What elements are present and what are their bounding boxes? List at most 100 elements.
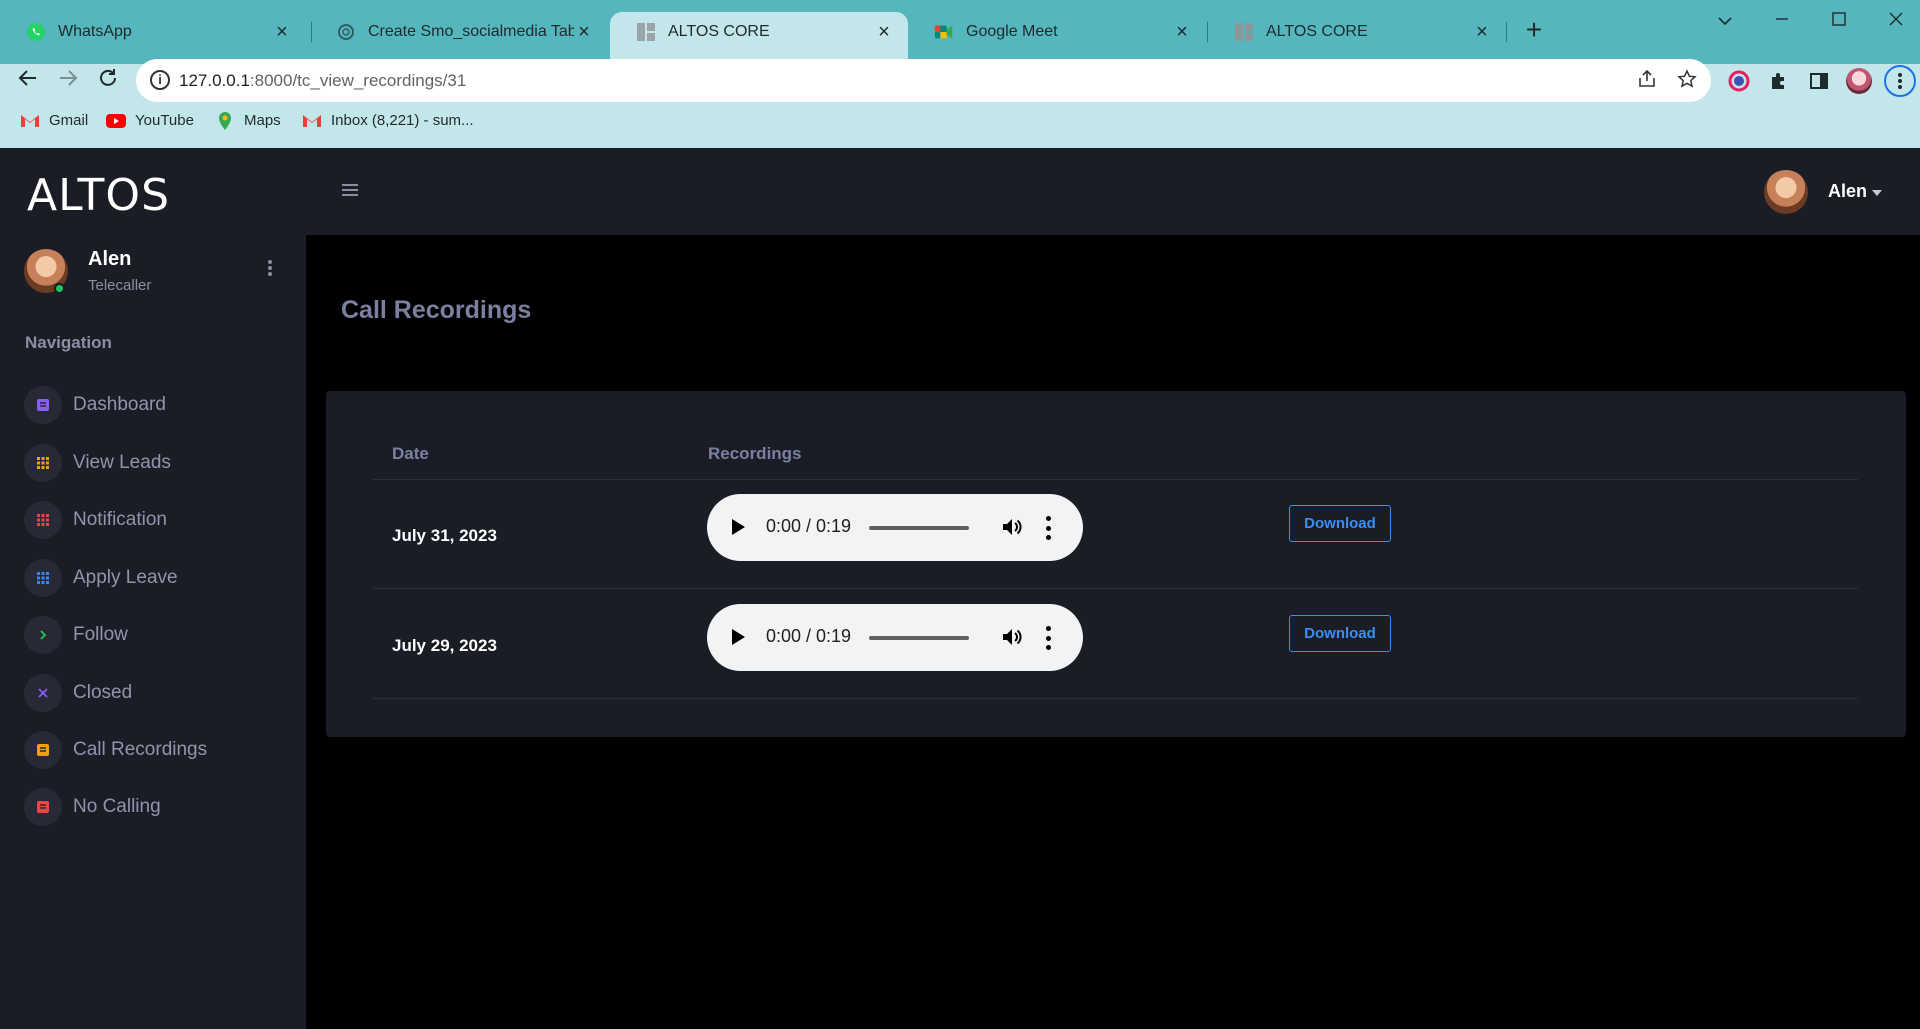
sidebar-item-notification[interactable]: Notification — [24, 499, 284, 541]
sidebar-item-label: Call Recordings — [73, 739, 208, 760]
bookmark-label: Inbox (8,221) - sum... — [331, 112, 474, 129]
download-button[interactable]: Download — [1289, 615, 1391, 652]
page-icon — [636, 22, 656, 42]
address-bar[interactable]: i 127.0.0.1:8000/tc_view_recordings/31 — [136, 59, 1711, 102]
audio-time: 0:00 / 0:19 — [766, 516, 852, 536]
tab-title: ALTOS CORE — [1266, 23, 1368, 40]
gmail-icon — [302, 113, 322, 129]
tab-title: WhatsApp — [58, 23, 132, 40]
bookmark-inbox[interactable]: Inbox (8,221) - sum... — [302, 112, 474, 129]
sidebar-item-closed[interactable]: Closed — [24, 672, 284, 714]
tab-altos-core[interactable]: ALTOS CORE × — [1208, 12, 1506, 52]
volume-icon[interactable] — [1000, 625, 1026, 651]
sidebar-item-follow[interactable]: Follow — [24, 614, 284, 656]
url-host: 127.0.0.1 — [179, 71, 250, 90]
download-button[interactable]: Download — [1289, 505, 1391, 542]
column-header-date: Date — [392, 444, 429, 463]
hamburger-menu-icon[interactable] — [342, 184, 358, 196]
close-icon[interactable]: × — [574, 21, 594, 44]
back-icon[interactable] — [12, 66, 44, 98]
play-icon[interactable] — [732, 629, 745, 645]
sidebar-item-no-calling[interactable]: No Calling — [24, 786, 284, 828]
x-icon — [24, 674, 62, 712]
user-menu-kebab-icon[interactable] — [262, 259, 278, 283]
sidebar-item-label: Dashboard — [73, 394, 166, 415]
grid-icon — [24, 559, 62, 597]
whatsapp-icon — [26, 22, 46, 42]
column-header-recordings: Recordings — [708, 444, 802, 463]
document-icon — [24, 731, 62, 769]
app-root: ALTOS Alen Telecaller Navigation Dashboa… — [0, 148, 1920, 1029]
volume-icon[interactable] — [1000, 515, 1026, 541]
audio-progress-slider[interactable] — [869, 636, 969, 640]
bookmark-youtube[interactable]: YouTube — [106, 112, 194, 129]
audio-time: 0:00 / 0:19 — [766, 626, 852, 646]
grid-icon — [24, 444, 62, 482]
tab-altos-core-active[interactable]: ALTOS CORE × — [610, 12, 908, 64]
user-name: Alen — [88, 248, 132, 270]
sidebar-item-dashboard[interactable]: Dashboard — [24, 384, 284, 426]
maps-icon — [215, 111, 235, 130]
document-icon — [24, 788, 62, 826]
row-date: July 31, 2023 — [392, 526, 497, 545]
sidebar-item-view-leads[interactable]: View Leads — [24, 442, 284, 484]
audio-player[interactable]: 0:00 / 0:19 — [707, 494, 1083, 561]
audio-progress-slider[interactable] — [869, 526, 969, 530]
sidebar: ALTOS Alen Telecaller Navigation Dashboa… — [0, 148, 306, 1029]
sidebar-item-label: Notification — [73, 509, 167, 530]
online-status-dot — [54, 283, 65, 294]
browser-tab-bar: WhatsApp × Create Smo_socialmedia Table.… — [0, 0, 1920, 64]
sidebar-item-label: Follow — [73, 624, 128, 645]
bookmark-maps[interactable]: Maps — [215, 111, 281, 130]
forward-icon[interactable] — [52, 66, 84, 98]
bookmark-star-icon[interactable] — [1675, 69, 1699, 93]
more-options-icon[interactable] — [1045, 626, 1051, 650]
avatar[interactable] — [1764, 170, 1808, 214]
sidebar-item-call-recordings[interactable]: Call Recordings — [24, 729, 284, 771]
tab-title: Google Meet — [966, 23, 1058, 40]
document-icon — [24, 386, 62, 424]
row-date: July 29, 2023 — [392, 636, 497, 655]
more-options-icon[interactable] — [1045, 516, 1051, 540]
bookmark-gmail[interactable]: Gmail — [20, 112, 88, 129]
tab-chatgpt[interactable]: Create Smo_socialmedia Table. × — [310, 12, 608, 52]
address-url[interactable]: 127.0.0.1:8000/tc_view_recordings/31 — [179, 71, 466, 91]
close-icon[interactable]: × — [1472, 21, 1492, 44]
recordings-table: Date Recordings July 31, 2023 0:00 / 0:1… — [326, 391, 1906, 737]
reload-icon[interactable] — [92, 66, 124, 98]
divider — [372, 588, 1858, 589]
brand-logo[interactable]: ALTOS — [27, 170, 170, 221]
gmail-icon — [20, 113, 40, 129]
side-panel-icon[interactable] — [1805, 67, 1833, 95]
user-dropdown-label[interactable]: Alen — [1828, 181, 1867, 202]
url-path: :8000/tc_view_recordings/31 — [249, 71, 467, 90]
nav-section-title: Navigation — [25, 333, 112, 352]
share-icon[interactable] — [1635, 69, 1659, 93]
browser-menu-icon[interactable] — [1884, 65, 1916, 97]
grid-icon — [24, 501, 62, 539]
close-icon[interactable]: × — [874, 21, 894, 44]
close-icon[interactable]: × — [1172, 21, 1192, 44]
bookmark-label: Gmail — [49, 112, 89, 129]
chatgpt-icon — [336, 22, 356, 42]
extensions-puzzle-icon[interactable] — [1765, 67, 1793, 95]
play-icon[interactable] — [732, 519, 745, 535]
top-header: Alen — [306, 148, 1920, 235]
close-icon[interactable]: × — [272, 21, 292, 44]
tab-google-meet[interactable]: Google Meet × — [908, 12, 1206, 52]
audio-player[interactable]: 0:00 / 0:19 — [707, 604, 1083, 671]
color-extension-icon[interactable] — [1725, 67, 1753, 95]
sidebar-item-label: View Leads — [73, 452, 171, 473]
maximize-icon[interactable] — [1819, 8, 1859, 32]
window-close-icon[interactable] — [1876, 8, 1916, 32]
page-title: Call Recordings — [341, 296, 532, 324]
site-info-icon[interactable]: i — [150, 70, 170, 90]
sidebar-item-apply-leave[interactable]: Apply Leave — [24, 557, 284, 599]
profile-avatar-icon[interactable] — [1845, 67, 1873, 95]
new-tab-button[interactable]: + — [1520, 16, 1548, 44]
tab-title: ALTOS CORE — [668, 23, 770, 40]
minimize-icon[interactable] — [1762, 8, 1802, 32]
tab-search-icon[interactable] — [1705, 8, 1745, 32]
chevron-down-icon[interactable] — [1872, 190, 1882, 196]
tab-whatsapp[interactable]: WhatsApp × — [0, 12, 306, 52]
